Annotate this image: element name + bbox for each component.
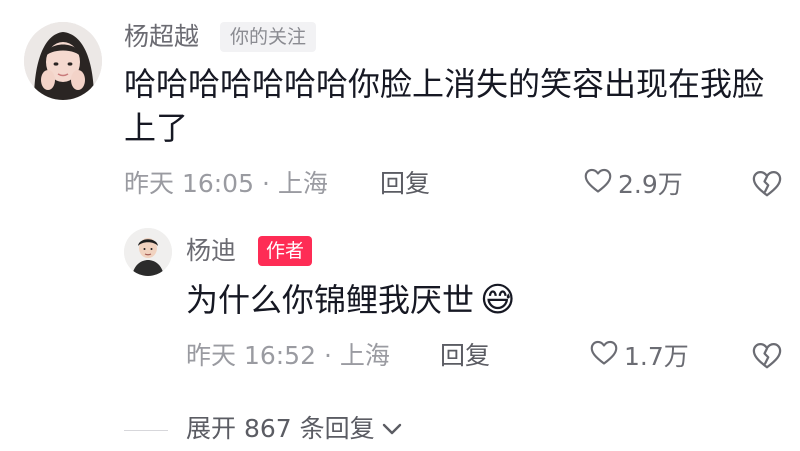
user-avatar-image xyxy=(24,22,102,100)
following-badge: 你的关注 xyxy=(220,22,317,52)
like-button[interactable]: 2.9万 xyxy=(584,168,683,202)
avatar[interactable] xyxy=(124,228,172,276)
like-count: 2.9万 xyxy=(618,170,683,199)
author-badge: 作者 xyxy=(258,236,313,266)
comment-text-row: 为什么你锦鲤我厌世 😅 xyxy=(186,278,515,322)
reply-button[interactable]: 回复 xyxy=(380,168,430,200)
comment-user-name[interactable]: 杨迪 xyxy=(186,236,236,266)
like-count: 1.7万 xyxy=(624,342,689,371)
chevron-down-icon xyxy=(381,412,403,446)
heart-icon xyxy=(584,168,612,202)
dislike-button[interactable] xyxy=(752,342,782,374)
comment-time-location: 昨天 16:52 · 上海 xyxy=(186,341,390,370)
comment-user-name[interactable]: 杨超越 xyxy=(124,22,199,52)
avatar[interactable] xyxy=(24,22,102,100)
reply-button[interactable]: 回复 xyxy=(440,340,490,372)
author-avatar-image xyxy=(124,228,172,276)
comment-text: 为什么你锦鲤我厌世 xyxy=(186,281,475,319)
broken-heart-icon xyxy=(752,171,782,202)
expand-replies-button[interactable]: 展开 867 条回复 xyxy=(186,412,403,446)
comment-text: 哈哈哈哈哈哈哈你脸上消失的笑容出现在我脸上了 xyxy=(124,65,765,147)
expand-replies-label: 展开 867 条回复 xyxy=(186,414,375,443)
broken-heart-icon xyxy=(752,343,782,374)
like-button[interactable]: 1.7万 xyxy=(590,340,689,374)
heart-icon xyxy=(590,340,618,374)
sweat-smile-emoji-icon: 😅 xyxy=(480,280,516,320)
dislike-button[interactable] xyxy=(752,170,782,202)
comment-time-location: 昨天 16:05 · 上海 xyxy=(124,169,328,198)
expand-divider xyxy=(124,430,168,431)
